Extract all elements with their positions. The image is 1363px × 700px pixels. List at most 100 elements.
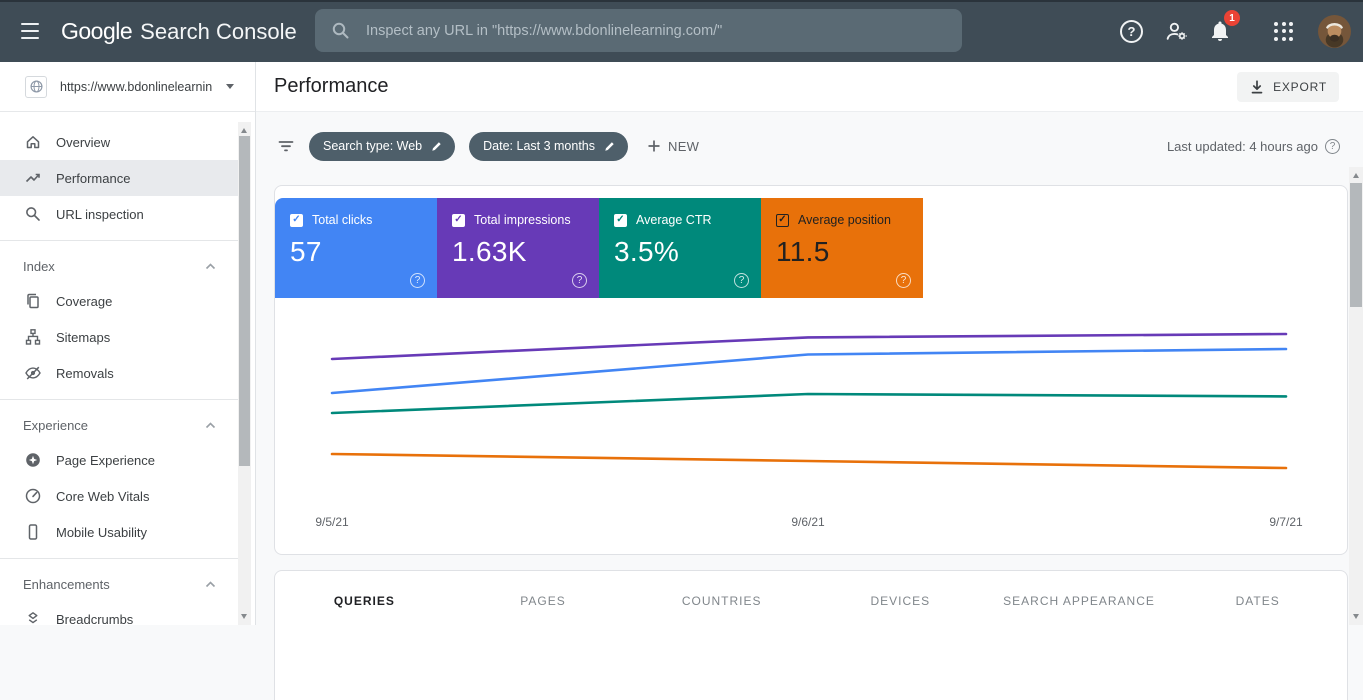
section-enhancements[interactable]: Enhancements [0, 567, 238, 601]
x-axis-label: 9/6/21 [791, 515, 824, 529]
section-experience[interactable]: Experience [0, 408, 238, 442]
menu-button[interactable] [21, 23, 41, 39]
sitemap-icon [24, 328, 42, 346]
avatar-photo [1318, 15, 1351, 48]
x-axis-label: 9/5/21 [315, 515, 348, 529]
sidebar-nav: Overview Performance URL inspection Inde… [0, 112, 255, 637]
manage-accounts-button[interactable] [1164, 19, 1189, 44]
chevron-up-icon [205, 422, 216, 429]
pages-icon [24, 292, 42, 310]
sidebar-item-sitemaps[interactable]: Sitemaps [0, 319, 238, 355]
scroll-up-arrow-icon[interactable] [1353, 173, 1359, 178]
sidebar-item-label: Coverage [56, 294, 112, 309]
chevron-up-icon [205, 581, 216, 588]
divider [0, 399, 238, 400]
sidebar-item-overview[interactable]: Overview [0, 124, 238, 160]
line-chart[interactable] [275, 186, 1347, 526]
sidebar-item-label: Core Web Vitals [56, 489, 149, 504]
chip-label: Search type: Web [323, 139, 422, 153]
pencil-icon [604, 140, 616, 152]
user-settings-icon [1164, 19, 1189, 44]
main-scrollbar[interactable] [1349, 167, 1363, 625]
sidebar-item-label: URL inspection [56, 207, 144, 222]
scroll-up-arrow-icon[interactable] [241, 128, 247, 133]
speedometer-icon [24, 487, 42, 505]
url-inspection-search-input[interactable]: Inspect any URL in "https://www.bdonline… [315, 9, 962, 52]
property-selector[interactable]: https://www.bdonlinelearning... [0, 62, 255, 112]
export-button[interactable]: EXPORT [1237, 72, 1339, 102]
dimension-tabs: QUERIES PAGES COUNTRIES DEVICES SEARCH A… [275, 571, 1347, 631]
top-app-bar: Google Search Console Inspect any URL in… [0, 0, 1363, 62]
chip-label: Date: Last 3 months [483, 139, 595, 153]
apps-grid-icon [1274, 22, 1293, 41]
section-label: Index [23, 259, 55, 274]
scrollbar-thumb[interactable] [1350, 183, 1362, 307]
divider [0, 240, 238, 241]
tab-search-appearance[interactable]: SEARCH APPEARANCE [990, 594, 1169, 608]
tab-queries[interactable]: QUERIES [275, 594, 454, 608]
new-filter-button[interactable]: NEW [647, 139, 699, 154]
tab-countries[interactable]: COUNTRIES [632, 594, 811, 608]
sidebar-item-url-inspection[interactable]: URL inspection [0, 196, 238, 232]
scroll-down-arrow-icon[interactable] [1353, 614, 1359, 619]
trending-up-icon [24, 169, 42, 187]
last-updated: Last updated: 4 hours ago ? [1167, 139, 1340, 154]
sidebar-item-removals[interactable]: Removals [0, 355, 238, 391]
sidebar-item-coverage[interactable]: Coverage [0, 283, 238, 319]
sidebar-item-label: Performance [56, 171, 130, 186]
tab-devices[interactable]: DEVICES [811, 594, 990, 608]
chevron-down-icon [226, 84, 234, 89]
sidebar-item-label: Breadcrumbs [56, 612, 133, 627]
section-index[interactable]: Index [0, 249, 238, 283]
filter-chip-date[interactable]: Date: Last 3 months [469, 132, 628, 161]
help-icon[interactable]: ? [1325, 139, 1340, 154]
property-globe-icon [25, 76, 47, 98]
sidebar-item-breadcrumbs[interactable]: Breadcrumbs [0, 601, 238, 637]
export-label: EXPORT [1273, 80, 1327, 94]
sidebar-item-label: Overview [56, 135, 110, 150]
sidebar-scrollbar[interactable] [238, 122, 251, 625]
notifications-button[interactable]: 1 [1208, 19, 1232, 43]
chevron-up-icon [205, 263, 216, 270]
page-header: Performance EXPORT [256, 62, 1363, 112]
sidebar: https://www.bdonlinelearning... Overview… [0, 62, 256, 625]
eye-off-icon [24, 364, 42, 382]
breadcrumbs-icon [24, 610, 42, 628]
last-updated-text: Last updated: 4 hours ago [1167, 139, 1318, 154]
logo-product: Search Console [140, 19, 297, 45]
page-title: Performance [274, 75, 389, 98]
filter-bar: Search type: Web Date: Last 3 months NEW… [277, 131, 1340, 161]
sidebar-item-mobile-usability[interactable]: Mobile Usability [0, 514, 238, 550]
help-button[interactable]: ? [1120, 20, 1143, 43]
tab-pages[interactable]: PAGES [454, 594, 633, 608]
new-label: NEW [668, 139, 699, 154]
tab-dates[interactable]: DATES [1168, 594, 1347, 608]
sidebar-item-page-experience[interactable]: Page Experience [0, 442, 238, 478]
star-circle-icon [24, 451, 42, 469]
google-apps-button[interactable] [1274, 22, 1293, 41]
pencil-icon [431, 140, 443, 152]
scrollbar-thumb[interactable] [239, 136, 250, 466]
search-icon [331, 21, 350, 40]
filter-icon[interactable] [277, 137, 295, 155]
topbar-actions: ? 1 [1120, 0, 1351, 62]
plus-icon [647, 139, 661, 153]
help-icon: ? [1120, 20, 1143, 43]
download-icon [1249, 79, 1265, 95]
sidebar-item-label: Sitemaps [56, 330, 110, 345]
sidebar-item-label: Mobile Usability [56, 525, 147, 540]
notification-badge: 1 [1224, 10, 1240, 26]
property-url: https://www.bdonlinelearning... [60, 80, 212, 94]
filter-chip-search-type[interactable]: Search type: Web [309, 132, 455, 161]
x-axis-label: 9/7/21 [1269, 515, 1302, 529]
sidebar-item-core-web-vitals[interactable]: Core Web Vitals [0, 478, 238, 514]
performance-chart-card: ✓Total clicks 57 ? ✓Total impressions 1.… [274, 185, 1348, 555]
sidebar-item-label: Page Experience [56, 453, 155, 468]
search-placeholder: Inspect any URL in "https://www.bdonline… [366, 23, 722, 39]
scroll-down-arrow-icon[interactable] [241, 614, 247, 619]
main-content: Performance EXPORT Search type: Web Date… [256, 62, 1363, 625]
account-avatar[interactable] [1318, 15, 1351, 48]
logo-google: Google [61, 18, 132, 45]
sidebar-item-performance[interactable]: Performance [0, 160, 238, 196]
divider [0, 558, 238, 559]
